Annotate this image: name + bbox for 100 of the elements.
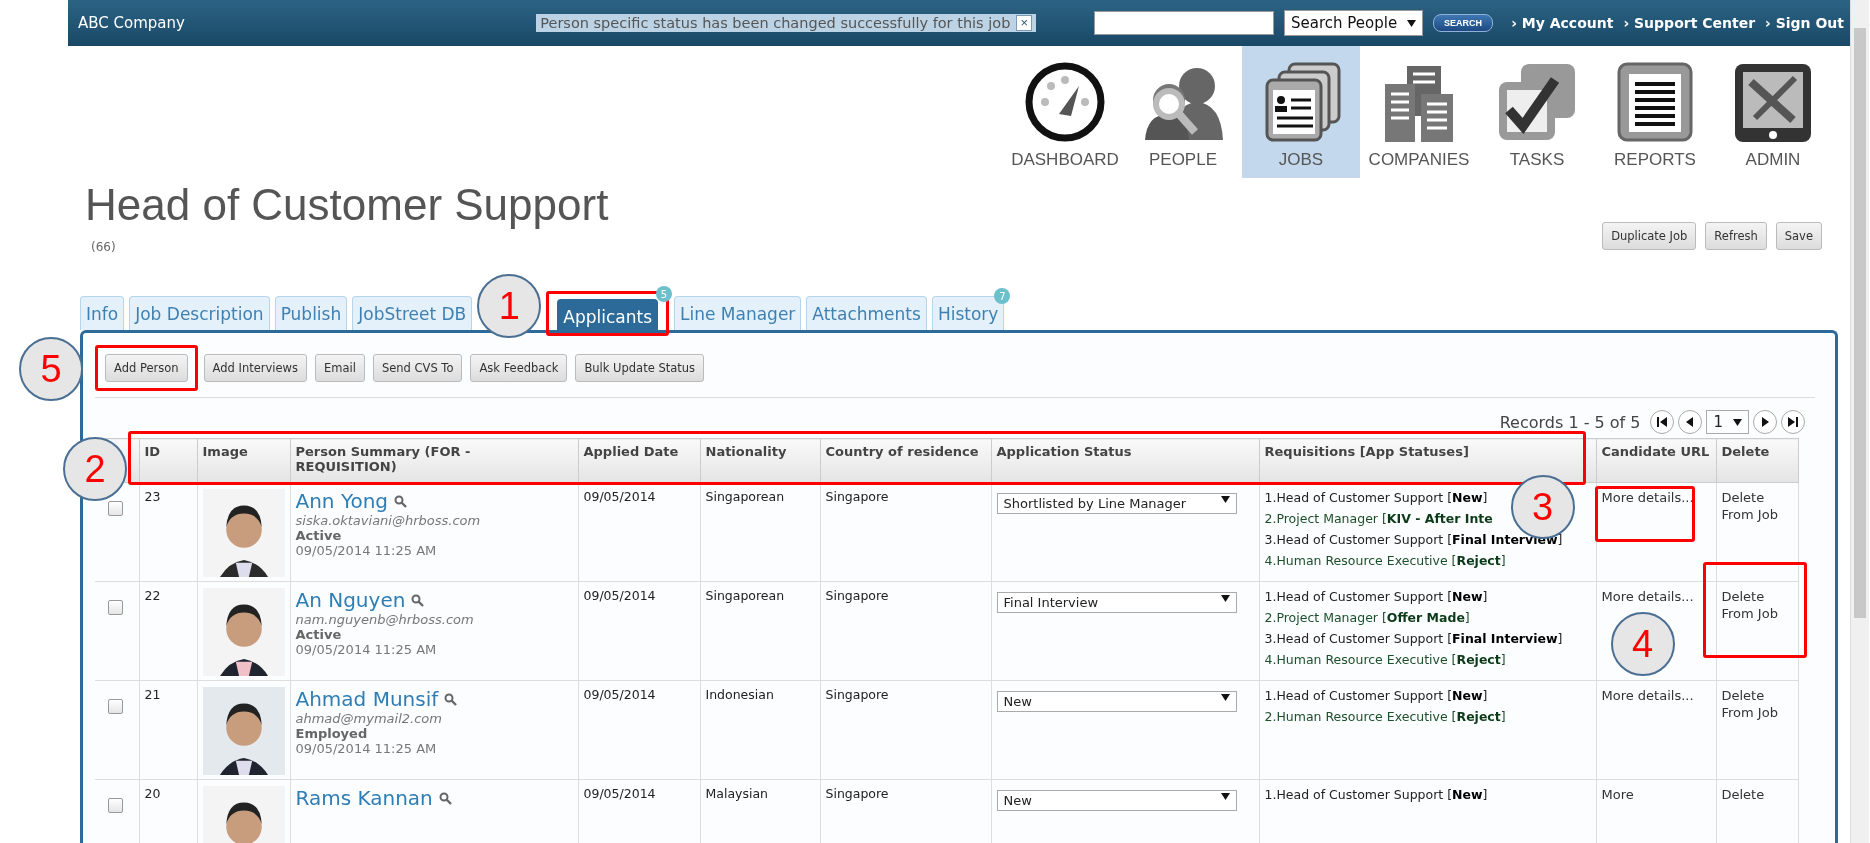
- toolbar-button[interactable]: Ask Feedback: [470, 354, 568, 382]
- first-page-button[interactable]: [1650, 410, 1675, 434]
- person-name-link[interactable]: Ann Yong: [295, 489, 389, 513]
- applicant-count: (66): [91, 240, 117, 254]
- table-cell: 09/05/2014: [583, 687, 656, 702]
- tab[interactable]: Applicants: [557, 299, 658, 333]
- close-button[interactable]: ×: [1016, 15, 1032, 31]
- search-icon[interactable]: [394, 494, 408, 508]
- table-cell: Singaporean: [705, 588, 785, 603]
- row-checkbox[interactable]: [108, 798, 123, 813]
- header-link[interactable]: › Support Center: [1623, 15, 1756, 31]
- status-dropdown[interactable]: Final Interview: [996, 592, 1237, 613]
- more-details-link[interactable]: More details...: [1601, 489, 1711, 506]
- nav-label: TASKS: [1509, 150, 1565, 170]
- status-dropdown[interactable]: Shortlisted by Line Manager: [996, 493, 1237, 514]
- first-page-icon: [1656, 416, 1669, 428]
- table-cell: 22: [144, 588, 161, 603]
- nav-label: COMPANIES: [1368, 150, 1470, 170]
- search-icon[interactable]: [411, 593, 425, 607]
- callout-number: 1: [477, 274, 542, 338]
- person-email: ahmad@mymail2.com: [295, 711, 443, 726]
- requisition-line: 1.Head of Customer Support [New]: [1264, 588, 1488, 605]
- tab[interactable]: Info: [80, 296, 125, 330]
- more-details-link[interactable]: More details...: [1601, 588, 1711, 605]
- row-checkbox[interactable]: [108, 699, 123, 714]
- tab[interactable]: Attachments: [806, 296, 927, 330]
- page-select[interactable]: 1: [1706, 410, 1749, 434]
- nav-item[interactable]: TASKS: [1478, 46, 1596, 178]
- table-cell: Singaporean: [705, 489, 785, 504]
- person-name-link[interactable]: Ahmad Munsif: [295, 687, 439, 711]
- header-link[interactable]: › My Account: [1511, 15, 1614, 31]
- requisition-line: 2.Human Resource Executive [Reject]: [1264, 708, 1506, 725]
- toolbar-button[interactable]: Add Person: [105, 354, 188, 382]
- table-cell: Malaysian: [705, 786, 769, 801]
- column-header: Country of residence: [825, 444, 979, 459]
- column-header: Person Summary (FOR - REQUISITION): [295, 444, 471, 474]
- person-status: Active: [295, 627, 343, 642]
- status-dropdown[interactable]: New: [996, 691, 1237, 712]
- row-checkbox[interactable]: [108, 501, 123, 516]
- search-icon[interactable]: [438, 791, 452, 805]
- requisition-line: 2.Project Manager [KIV - After Inte: [1264, 510, 1493, 527]
- column-header: Requisitions [App Statuses]: [1264, 444, 1469, 459]
- callout-number: 5: [19, 337, 83, 401]
- action-button[interactable]: Save: [1775, 222, 1822, 250]
- search-icon[interactable]: [444, 692, 458, 706]
- requisition-line: 4.Human Resource Executive [Reject]: [1264, 651, 1506, 668]
- status-dropdown[interactable]: New: [996, 790, 1237, 811]
- last-page-icon: [1787, 416, 1799, 428]
- updated-time: 09/05/2014 11:25 AM: [295, 741, 438, 756]
- header-link[interactable]: › Sign Out: [1765, 15, 1844, 31]
- requisition-line: 1.Head of Customer Support [New]: [1264, 489, 1488, 506]
- gauge-icon: [1023, 60, 1107, 144]
- person-name-link[interactable]: Rams Kannan: [295, 786, 433, 810]
- table-cell: Singapore: [825, 687, 889, 702]
- nav-item[interactable]: COMPANIES: [1360, 46, 1478, 178]
- updated-time: 09/05/2014 11:25 AM: [295, 642, 438, 657]
- nav-item[interactable]: ADMIN: [1714, 46, 1832, 178]
- nav-label: ADMIN: [1745, 150, 1801, 170]
- action-button[interactable]: Duplicate Job: [1602, 222, 1697, 250]
- next-page-button[interactable]: [1753, 410, 1777, 434]
- nav-item[interactable]: JOBS: [1242, 46, 1360, 178]
- nav-label: REPORTS: [1614, 150, 1696, 170]
- toolbar-button[interactable]: Email: [314, 354, 365, 382]
- callout-number: 4: [1610, 612, 1675, 676]
- tab[interactable]: Publish: [274, 296, 348, 330]
- scrollbar[interactable]: [1850, 0, 1869, 843]
- more-details-link[interactable]: More details...: [1601, 687, 1711, 704]
- requisition-line: 1.Head of Customer Support [New]: [1264, 687, 1488, 704]
- nav-item[interactable]: PEOPLE: [1124, 46, 1242, 178]
- last-page-button[interactable]: [1781, 410, 1805, 434]
- person-name-link[interactable]: An Nguyen: [295, 588, 406, 612]
- table-cell: Singapore: [825, 489, 889, 504]
- count-badge: 5: [656, 286, 672, 302]
- column-header: Image: [202, 444, 248, 459]
- tab[interactable]: Line Manager: [674, 296, 802, 330]
- search-type-select[interactable]: Search People: [1283, 10, 1424, 36]
- table-cell: 09/05/2014: [583, 588, 656, 603]
- previous-page-button[interactable]: [1678, 410, 1703, 434]
- toolbar-button[interactable]: Bulk Update Status: [575, 354, 705, 382]
- search-button[interactable]: SEARCH: [1433, 14, 1494, 32]
- action-button[interactable]: Refresh: [1705, 222, 1767, 250]
- column-header: Applied Date: [583, 444, 679, 459]
- delete-link[interactable]: Delete: [1721, 786, 1782, 803]
- person-email: nam.nguyenb@hrboss.com: [295, 612, 475, 627]
- search-field[interactable]: [1093, 11, 1274, 35]
- toolbar-button[interactable]: Send CVS To: [372, 354, 463, 382]
- caret-icon: [1220, 694, 1230, 701]
- toolbar-button[interactable]: Add Interviews: [203, 354, 307, 382]
- row-checkbox[interactable]: [108, 600, 123, 615]
- column-header: Candidate URL: [1601, 444, 1710, 459]
- nav-label: DASHBOARD: [1011, 150, 1119, 170]
- caret-icon: [1407, 19, 1417, 27]
- table-cell: Indonesian: [705, 687, 774, 702]
- callout-number: 2: [63, 437, 127, 501]
- tab[interactable]: JobStreet DB: [352, 296, 473, 330]
- nav-item[interactable]: DASHBOARD: [1006, 46, 1124, 178]
- nav-label: JOBS: [1278, 150, 1324, 170]
- tab[interactable]: Job Description: [129, 296, 270, 330]
- requisition-line: 3.Head of Customer Support [Final Interview]: [1264, 630, 1563, 647]
- nav-item[interactable]: REPORTS: [1596, 46, 1714, 178]
